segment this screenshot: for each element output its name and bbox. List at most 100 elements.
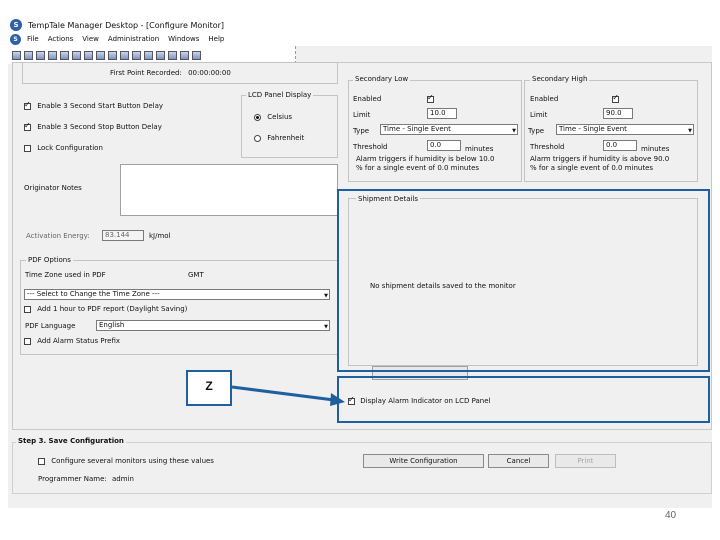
menu-windows[interactable]: Windows [168,35,199,43]
start-delay-checkbox[interactable] [24,100,31,110]
chevron-down-icon: ▼ [512,128,516,134]
step3-group [12,442,712,494]
stop-delay-option[interactable]: Enable 3 Second Stop Button Delay [24,121,162,131]
multi-monitor-checkbox[interactable] [38,457,45,465]
sh-enabled-checkbox[interactable] [612,93,620,103]
menu-view[interactable]: View [82,35,99,43]
alarm-prefix-option[interactable]: Add Alarm Status Prefix [24,337,120,345]
cut-icon[interactable] [60,50,69,60]
secondary-high-title: Secondary High [530,75,590,83]
start-delay-label: Enable 3 Second Start Button Delay [37,102,164,110]
timezone-select[interactable]: --- Select to Change the Time Zone --- ▼ [24,289,330,300]
zoom-icon[interactable] [132,50,141,60]
originator-notes-input[interactable] [120,164,338,216]
paste-icon[interactable] [84,50,93,60]
step3-title: Step 3. Save Configuration [16,437,126,445]
sl-type-value: Time - Single Event [383,125,451,133]
sh-note-1: Alarm triggers if humidity is above 90.0 [530,155,670,163]
report-icon[interactable] [108,50,117,60]
menu-administration[interactable]: Administration [108,35,159,43]
sh-threshold-input[interactable]: 0.0 [603,140,637,151]
monitor-icon[interactable] [96,50,105,60]
tz-label: Time Zone used in PDF [25,271,106,279]
chart-icon[interactable] [156,50,165,60]
app-logo-icon: S [10,19,22,31]
lock-config-checkbox[interactable] [24,144,31,152]
fahrenheit-radio[interactable] [254,134,261,142]
alarm-prefix-checkbox[interactable] [24,337,31,345]
sh-threshold-unit: minutes [641,145,670,153]
sh-enabled-label: Enabled [530,95,559,103]
chevron-down-icon: ▼ [324,324,328,330]
help-icon[interactable] [192,50,201,60]
print-button[interactable]: Print [555,454,616,468]
celsius-label: Celsius [267,113,293,121]
print-icon[interactable] [48,50,57,60]
open-icon[interactable] [24,50,33,60]
table-icon[interactable] [120,50,129,60]
start-delay-option[interactable]: Enable 3 Second Start Button Delay [24,100,164,110]
sh-limit-input[interactable]: 90.0 [603,108,633,119]
write-configuration-button[interactable]: Write Configuration [363,454,484,468]
shipment-highlight-box [337,189,710,372]
programmer-label: Programmer Name: [38,475,107,483]
app-menu-icon[interactable]: S [10,33,21,45]
sl-threshold-unit: minutes [465,145,494,153]
sh-type-select[interactable]: Time - Single Event ▼ [556,124,694,135]
user-icon[interactable] [168,50,177,60]
mail-icon[interactable] [180,50,189,60]
fahrenheit-option[interactable]: Fahrenheit [254,134,304,142]
sl-enabled-label: Enabled [353,95,382,103]
lock-config-option[interactable]: Lock Configuration [24,144,103,152]
pdf-language-label: PDF Language [25,322,76,330]
copy-icon[interactable] [72,50,81,60]
sl-threshold-label: Threshold [353,143,388,151]
celsius-radio[interactable] [254,113,261,121]
pdf-language-value: English [99,321,125,329]
sh-type-label: Type [528,127,545,135]
activation-energy-unit: kJ/mol [149,232,171,240]
first-point-row: First Point Recorded: 00:00:00:00 [110,69,231,77]
sh-type-value: Time - Single Event [559,125,627,133]
cancel-button[interactable]: Cancel [488,454,549,468]
alarm-prefix-label: Add Alarm Status Prefix [37,337,121,345]
dst-checkbox[interactable] [24,305,31,313]
stop-delay-label: Enable 3 Second Stop Button Delay [37,123,162,131]
first-point-value: 00:00:00:00 [188,69,231,77]
save-icon[interactable] [36,50,45,60]
multi-monitor-option[interactable]: Configure several monitors using these v… [38,457,214,465]
page-number: 40 [665,510,677,521]
tz-value: GMT [188,271,204,279]
globe-icon[interactable] [144,50,153,60]
programmer-value: admin [112,475,134,483]
annotation-arrow [231,385,345,406]
alarm-indicator-highlight-box [337,376,710,423]
programmer-row: Programmer Name: admin [38,475,134,483]
sl-limit-label: Limit [353,111,371,119]
originator-notes-label: Originator Notes [24,184,82,192]
sl-note-1: Alarm triggers if humidity is below 10.0 [356,155,495,163]
chevron-down-icon: ▼ [324,293,328,299]
window-title: TempTale Manager Desktop - [Configure Mo… [28,20,225,30]
dst-option[interactable]: Add 1 hour to PDF report (Daylight Savin… [24,305,187,313]
activation-energy-input[interactable]: 83.144 [102,230,144,241]
secondary-low-title: Secondary Low [353,75,411,83]
menu-help[interactable]: Help [208,35,224,43]
dst-label: Add 1 hour to PDF report (Daylight Savin… [37,305,188,313]
sh-note-2: % for a single event of 0.0 minutes [530,164,654,172]
stop-delay-checkbox[interactable] [24,121,31,131]
pdf-language-select[interactable]: English ▼ [96,320,330,331]
menu-file[interactable]: File [27,35,39,43]
sl-type-select[interactable]: Time - Single Event ▼ [380,124,518,135]
lock-config-label: Lock Configuration [37,144,103,152]
annotation-z-label: Z [186,370,232,406]
menu-actions[interactable]: Actions [48,35,74,43]
sl-enabled-checkbox[interactable] [427,93,434,103]
pdf-options-title: PDF Options [26,256,73,264]
sl-threshold-input[interactable]: 0.0 [427,140,461,151]
first-point-label: First Point Recorded: [110,69,182,77]
sh-threshold-label: Threshold [530,143,565,151]
celsius-option[interactable]: Celsius [254,113,292,121]
sl-limit-input[interactable]: 10.0 [427,108,457,119]
new-icon[interactable] [12,50,21,60]
